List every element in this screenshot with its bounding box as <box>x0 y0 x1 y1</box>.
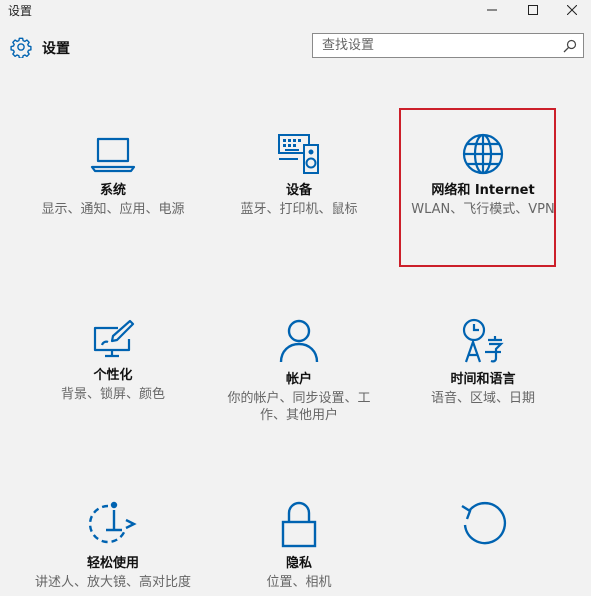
minimize-icon <box>487 9 497 11</box>
gear-icon <box>10 37 32 58</box>
personalization-icon <box>93 319 135 358</box>
account-icon <box>279 319 319 363</box>
tile-privacy[interactable]: 隐私 位置、相机 <box>211 500 387 591</box>
tile-ease-of-access[interactable]: 轻松使用 讲述人、放大镜、高对比度 <box>25 500 201 591</box>
tile-accounts[interactable]: 帐户 你的帐户、同步设置、工作、其他用户 <box>211 318 387 424</box>
page-title: 设置 <box>42 41 70 57</box>
maximize-button[interactable] <box>514 0 552 20</box>
title-bar[interactable]: 设置 <box>0 0 591 20</box>
time-language-icon <box>462 318 504 363</box>
tile-description: 你的帐户、同步设置、工作、其他用户 <box>227 391 371 423</box>
search-box[interactable] <box>312 33 584 58</box>
search-input[interactable] <box>313 34 562 57</box>
close-button[interactable] <box>553 0 591 20</box>
settings-window: 设置 设置 查找设置 系统 显示、通知、应用、电源 设备 蓝牙、打印机、鼠标 网… <box>0 0 591 596</box>
tile-devices[interactable]: 设备 蓝牙、打印机、鼠标 <box>211 133 387 218</box>
tile-label: 网络和 Internet <box>431 183 535 198</box>
devices-icon <box>278 134 319 174</box>
tile-personalization[interactable]: 个性化 背景、锁屏、颜色 <box>25 318 201 403</box>
tile-label: 隐私 <box>285 556 312 571</box>
tile-label: 设备 <box>285 183 312 198</box>
tile-time-language[interactable]: 时间和语言 语音、区域、日期 <box>395 318 571 407</box>
window-title: 设置 <box>8 4 33 18</box>
update-icon <box>461 501 507 545</box>
tile-description: WLAN、飞行模式、VPN <box>411 202 555 217</box>
tile-description: 语音、区域、日期 <box>430 391 535 406</box>
tile-description: 蓝牙、打印机、鼠标 <box>240 202 358 217</box>
tile-update-security[interactable] <box>395 500 571 556</box>
tile-label: 系统 <box>99 183 126 198</box>
tile-label: 时间和语言 <box>450 372 516 387</box>
globe-icon <box>462 133 504 175</box>
tile-description: 背景、锁屏、颜色 <box>60 387 165 402</box>
tile-description: 位置、相机 <box>266 575 332 590</box>
close-icon <box>567 5 577 15</box>
minimize-button[interactable] <box>473 0 511 20</box>
tile-system[interactable]: 系统 显示、通知、应用、电源 <box>25 133 201 218</box>
tile-label: 帐户 <box>285 372 312 387</box>
tile-description: 显示、通知、应用、电源 <box>41 202 185 217</box>
tile-network-internet[interactable]: 网络和 Internet WLAN、飞行模式、VPN <box>395 133 571 218</box>
lock-icon <box>281 501 317 548</box>
tile-description: 讲述人、放大镜、高对比度 <box>34 575 191 590</box>
tile-label: 个性化 <box>93 368 133 383</box>
laptop-icon <box>90 137 136 173</box>
tile-label: 轻松使用 <box>86 556 139 571</box>
search-icon[interactable] <box>563 39 577 53</box>
maximize-icon <box>528 5 538 15</box>
ease-of-access-icon <box>88 501 137 544</box>
